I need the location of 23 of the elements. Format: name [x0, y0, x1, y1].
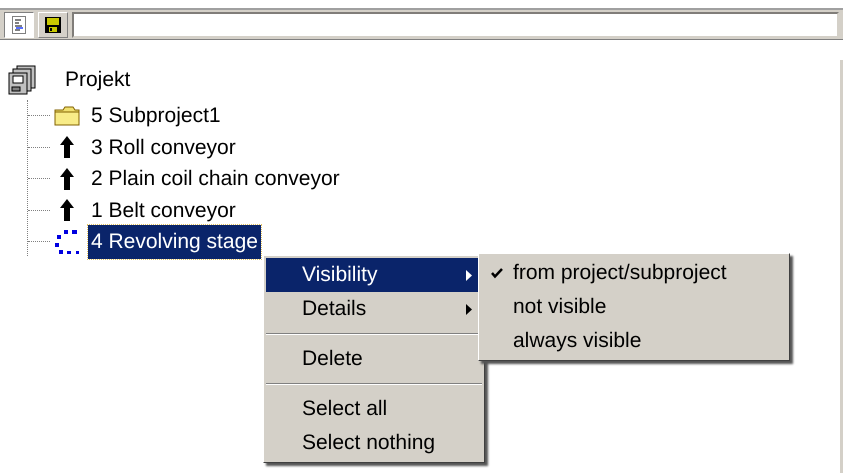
up-arrow-icon	[60, 136, 74, 158]
folder-icon	[54, 106, 80, 126]
menu-item[interactable]: always visible	[481, 324, 787, 358]
tree-item[interactable]: 3 Roll conveyor	[88, 130, 239, 164]
dotted-circle-icon	[54, 228, 80, 255]
input-field[interactable]	[72, 12, 839, 38]
up-arrow-icon	[60, 199, 74, 222]
cabinet-icon	[8, 65, 38, 95]
menu-item[interactable]: Details	[266, 292, 482, 326]
menu-item[interactable]: Delete	[266, 342, 482, 376]
menu-item[interactable]: not visible	[481, 290, 787, 324]
save-icon	[44, 16, 62, 34]
outline-view-icon	[12, 16, 26, 34]
tree-item[interactable]: 4 Revolving stage	[88, 225, 261, 258]
up-arrow-icon	[60, 168, 74, 190]
toolbar-button[interactable]	[4, 12, 34, 38]
tree-item[interactable]: 5 Subproject1	[88, 99, 224, 132]
menu-item[interactable]: Select all	[266, 392, 482, 426]
menu-item[interactable]: from project/subproject	[481, 256, 787, 290]
menu-item[interactable]: Select nothing	[266, 426, 482, 460]
tree-item[interactable]: Projekt	[62, 63, 134, 97]
tree-item[interactable]: 2 Plain coil chain conveyor	[88, 162, 343, 196]
tree-item[interactable]: 1 Belt conveyor	[88, 194, 239, 227]
